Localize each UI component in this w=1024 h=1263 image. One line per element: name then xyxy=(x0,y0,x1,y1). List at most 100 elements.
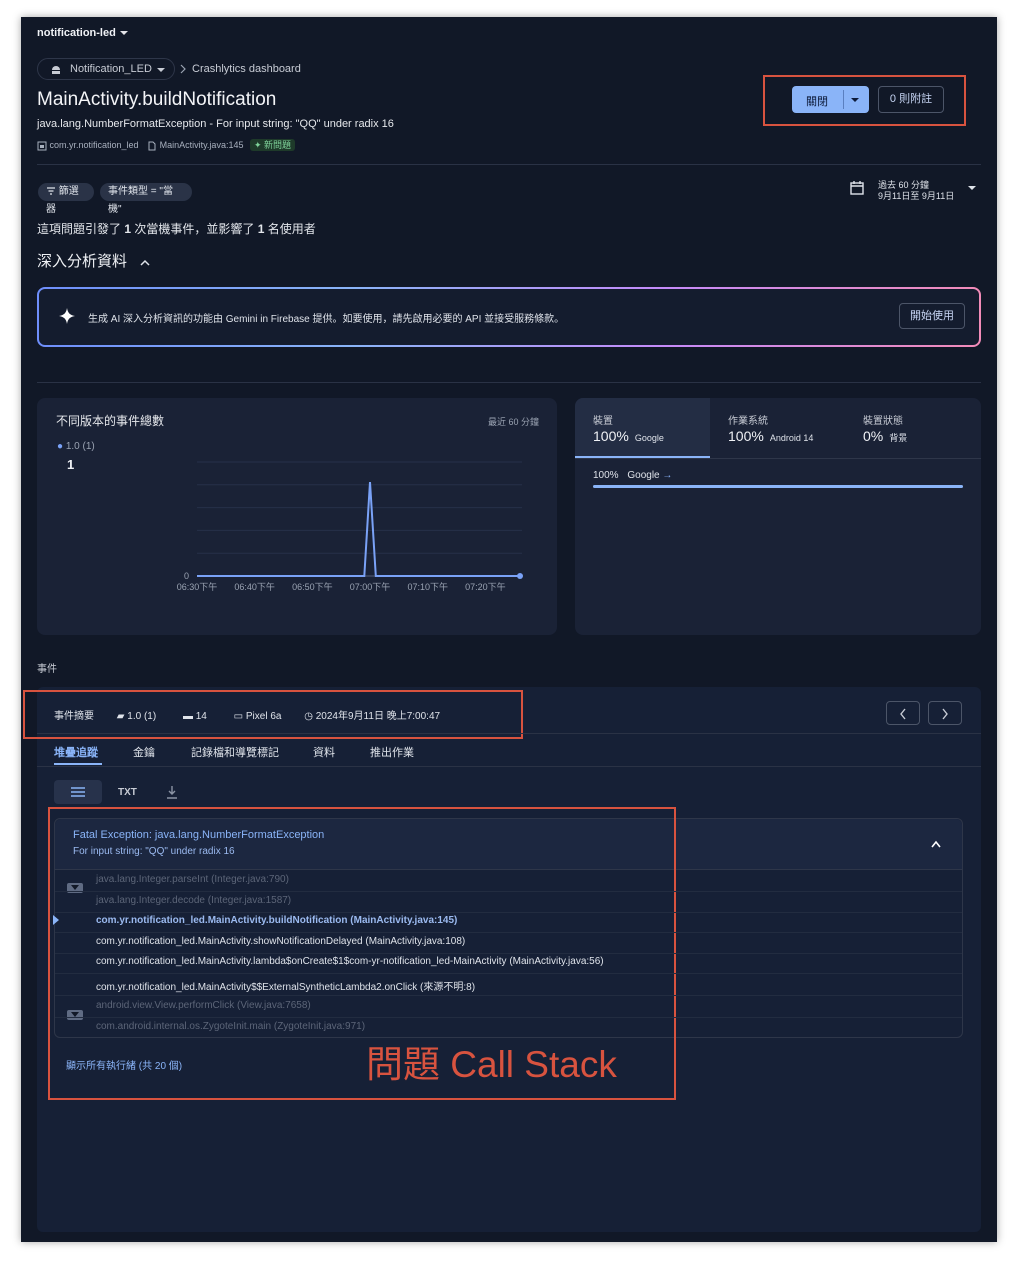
stack-frame-line[interactable]: java.lang.Integer.parseInt (Integer.java… xyxy=(96,874,289,885)
arrow-right-icon: → xyxy=(662,470,673,481)
app-selector[interactable]: Notification_LED xyxy=(37,58,175,80)
start-button[interactable]: 開始使用 xyxy=(899,303,965,329)
divider xyxy=(55,995,962,996)
divider xyxy=(55,973,962,974)
sparkle-icon: ✦ xyxy=(253,140,262,150)
stack-frame-line[interactable]: java.lang.Integer.decode (Integer.java:1… xyxy=(96,895,291,906)
insights-heading: 深入分析資料 xyxy=(37,253,128,270)
gemini-text: 生成 AI 深入分析資訊的功能由 Gemini in Firebase 提供。如… xyxy=(88,314,565,325)
event-tab[interactable]: 記錄檔和導覽標記 xyxy=(191,744,279,760)
annotation-label: 問題 Call Stack xyxy=(366,1044,617,1085)
divider xyxy=(55,953,962,954)
x-tick-label: 06:40下午 xyxy=(234,581,275,592)
txt-view-button[interactable]: TXT xyxy=(118,787,137,798)
stack-frame-line[interactable]: com.yr.notification_led.MainActivity.bui… xyxy=(96,915,457,926)
stack-frame-line[interactable]: com.yr.notification_led.MainActivity.lam… xyxy=(96,956,604,967)
events-section-label: 事件 xyxy=(37,664,57,675)
breadcrumb-separator-icon xyxy=(180,64,186,74)
issue-summary: 這項問題引發了 1 次當機事件，並影響了 1 名使用者 xyxy=(37,220,316,237)
divider xyxy=(55,1017,962,1018)
breakdown-row-name: Google xyxy=(627,470,660,481)
chevron-right-icon xyxy=(942,708,948,720)
package-icon xyxy=(37,141,47,151)
breakdown-row-pct: 100% xyxy=(593,470,619,481)
y-tick-label: 0 xyxy=(184,571,189,581)
summary-suffix: 名使用者 xyxy=(264,222,316,236)
breakdown-bar-fill xyxy=(593,485,963,488)
chevron-up-icon xyxy=(140,259,150,266)
breakdown-row[interactable]: 100% Google → xyxy=(593,470,672,481)
file-icon xyxy=(148,141,156,151)
breakdown-value: 背景 xyxy=(889,433,908,443)
file-name: MainActivity.java:145 xyxy=(159,140,244,150)
next-event-button[interactable] xyxy=(928,701,962,725)
series-line xyxy=(197,481,520,577)
issue-exception: java.lang.NumberFormatException - For in… xyxy=(37,118,394,130)
insights-toggle[interactable]: 深入分析資料 xyxy=(37,250,151,271)
breakdown-pct: 100% xyxy=(728,428,764,444)
filter-chip[interactable]: 篩選器 xyxy=(38,183,94,215)
project-selector[interactable]: notification-led xyxy=(37,27,129,39)
chevron-left-icon xyxy=(900,708,906,720)
breakdown-pct: 0% xyxy=(863,428,884,444)
breakdown-tab-value: 100% Android 14 xyxy=(728,428,813,446)
divider xyxy=(55,891,962,892)
chevron-up-icon[interactable] xyxy=(930,839,942,849)
calendar-icon xyxy=(850,181,864,195)
dropdown-caret-icon xyxy=(119,31,128,36)
chevron-down-icon xyxy=(968,186,976,190)
series-end-point xyxy=(517,573,523,579)
version-chart-card: 不同版本的事件總數 最近 60 分鐘 ● 1.0 (1) 1 0 06:30下午 0… xyxy=(37,398,557,635)
issue-meta: com.yr.notification_led MainActivity.jav… xyxy=(37,138,296,151)
breakdown-bar-track xyxy=(593,485,963,488)
breakdown-value: Android 14 xyxy=(769,433,814,443)
divider xyxy=(55,912,962,913)
divider xyxy=(37,382,981,383)
time-range-selector[interactable]: 過去 60 分鐘 9月11日至 9月11日 xyxy=(849,178,979,204)
breakdown-tab-label[interactable]: 裝置狀態 xyxy=(863,412,903,427)
divider xyxy=(37,733,981,734)
package-name: com.yr.notification_led xyxy=(49,140,139,150)
x-tick-label: 06:50下午 xyxy=(292,581,333,592)
summary-prefix: 這項問題引發了 xyxy=(37,222,125,236)
active-tab-indicator xyxy=(54,763,102,765)
event-tab[interactable]: 堆疊追蹤 xyxy=(54,744,98,760)
x-tick-label: 07:20下午 xyxy=(465,581,506,592)
divider xyxy=(37,164,981,165)
stack-frame-line[interactable]: com.yr.notification_led.MainActivity$$Ex… xyxy=(96,978,475,993)
event-type-chip[interactable]: 事件類型 = "當機" xyxy=(100,183,192,215)
chevron-down-icon xyxy=(157,68,165,72)
x-tick-label: 07:10下午 xyxy=(407,581,448,592)
event-tab[interactable]: 資料 xyxy=(313,744,335,760)
breakdown-tab-value: 0% 背景 xyxy=(863,428,907,446)
stack-frame-line[interactable]: com.android.internal.os.ZygoteInit.main … xyxy=(96,1021,365,1032)
breakdown-value: Google xyxy=(634,433,664,443)
time-range-line2: 9月11日至 9月11日 xyxy=(878,191,955,201)
stack-frame-line[interactable]: android.view.View.performClick (View.jav… xyxy=(96,1000,311,1011)
gemini-sparkle-icon xyxy=(59,308,75,324)
project-name: notification-led xyxy=(37,27,116,39)
annotation-box-event-summary xyxy=(23,690,523,739)
divider xyxy=(55,932,962,933)
app-name: Notification_LED xyxy=(70,63,152,75)
event-tab[interactable]: 推出作業 xyxy=(370,744,414,760)
filter-icon xyxy=(47,187,55,195)
app-window: notification-led Notification_LED Crashl… xyxy=(21,17,997,1242)
breakdown-pct: 100% xyxy=(593,428,629,444)
new-issue-badge: ✦ 新問題 xyxy=(249,139,296,151)
x-tick-label: 07:00下午 xyxy=(350,581,391,592)
prev-event-button[interactable] xyxy=(886,701,920,725)
breakdown-tab-label[interactable]: 作業系統 xyxy=(728,412,768,427)
summary-mid: 次當機事件，並影響了 xyxy=(131,222,258,236)
list-view-button[interactable] xyxy=(54,780,102,804)
x-tick-label: 06:30下午 xyxy=(177,581,218,592)
breakdown-tab-label[interactable]: 裝置 xyxy=(593,412,613,427)
breakdown-card: 100% Google → 裝置 100% Google 作業系統 100% Androi… xyxy=(575,398,981,635)
breakdown-tab-value: 100% Google xyxy=(593,428,664,446)
download-icon[interactable] xyxy=(166,785,178,799)
breadcrumb-page[interactable]: Crashlytics dashboard xyxy=(192,63,301,75)
new-issue-label: 新問題 xyxy=(264,140,292,150)
stack-frame-line[interactable]: com.yr.notification_led.MainActivity.sho… xyxy=(96,936,465,947)
event-tab[interactable]: 金鑰 xyxy=(133,744,155,760)
list-icon xyxy=(71,787,85,797)
